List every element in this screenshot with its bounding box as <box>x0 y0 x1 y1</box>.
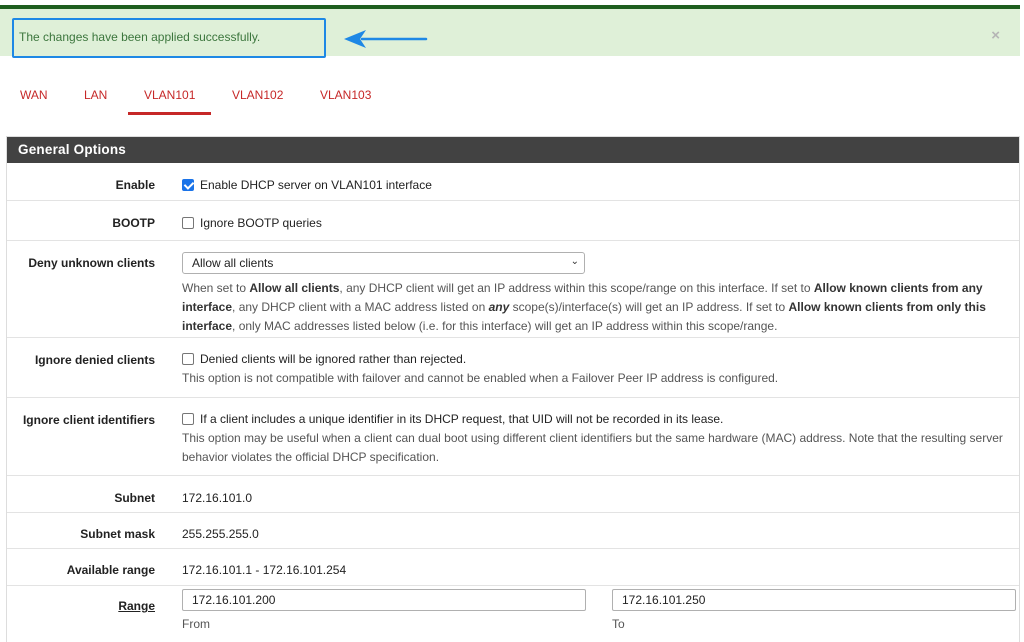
ignore-denied-clients-label: Ignore denied clients <box>34 353 155 367</box>
ignore-client-identifiers-row: Ignore client identifiers If a client in… <box>7 398 1019 476</box>
general-options-panel: General Options Enable Enable DHCP serve… <box>6 136 1020 642</box>
available-range-value: 172.16.101.1 - 172.16.101.254 <box>182 563 347 577</box>
enable-label: Enable <box>115 178 155 192</box>
success-alert: The changes have been applied successful… <box>0 5 1020 58</box>
range-from-input[interactable]: 172.16.101.200 <box>182 589 586 611</box>
ignore-denied-checkbox-label[interactable]: Denied clients will be ignored rather th… <box>200 352 466 366</box>
deny-unknown-help: When set to Allow all clients, any DHCP … <box>182 281 986 333</box>
enable-checkbox[interactable] <box>182 179 194 191</box>
bootp-checkbox[interactable] <box>182 217 194 229</box>
annotation-highlight-box <box>12 18 326 58</box>
annotation-arrow-icon <box>344 30 428 48</box>
subnet-value: 172.16.101.0 <box>182 491 253 505</box>
tab-wan[interactable]: WAN <box>20 88 48 116</box>
tab-vlan102[interactable]: VLAN102 <box>232 88 283 116</box>
panel-heading: General Options <box>7 137 1019 163</box>
deny-unknown-clients-label: Deny unknown clients <box>28 256 155 270</box>
subnet-row: Subnet 172.16.101.0 <box>7 476 1019 513</box>
enable-checkbox-label[interactable]: Enable DHCP server on VLAN101 interface <box>200 178 432 192</box>
ignore-client-ids-checkbox[interactable] <box>182 413 194 425</box>
subnet-label: Subnet <box>114 491 155 505</box>
interface-tabs: WAN LAN VLAN101 VLAN102 VLAN103 <box>0 80 1024 120</box>
ignore-denied-checkbox[interactable] <box>182 353 194 365</box>
range-row: Range 172.16.101.200 From 172.16.101.250… <box>7 586 1019 642</box>
bootp-checkbox-label[interactable]: Ignore BOOTP queries <box>200 216 322 230</box>
subnet-mask-row: Subnet mask 255.255.255.0 <box>7 513 1019 549</box>
range-from-label: From <box>182 617 210 631</box>
bootp-row: BOOTP Ignore BOOTP queries <box>7 201 1019 241</box>
tab-vlan103[interactable]: VLAN103 <box>320 88 371 116</box>
chevron-down-icon: ⌄ <box>570 256 579 267</box>
deny-unknown-clients-select[interactable]: Allow all clients ⌄ <box>182 252 585 274</box>
close-alert-button[interactable]: × <box>991 27 1000 44</box>
bootp-label: BOOTP <box>112 216 155 230</box>
tab-lan[interactable]: LAN <box>84 88 107 116</box>
deny-unknown-clients-row: Deny unknown clients Allow all clients ⌄… <box>7 241 1019 338</box>
range-to-label: To <box>612 617 625 631</box>
ignore-denied-help: This option is not compatible with failo… <box>182 371 779 385</box>
subnet-mask-value: 255.255.255.0 <box>182 527 259 541</box>
tab-vlan101[interactable]: VLAN101 <box>127 88 212 116</box>
select-value: Allow all clients <box>192 256 274 270</box>
subnet-mask-label: Subnet mask <box>80 527 155 541</box>
ignore-denied-clients-row: Ignore denied clients Denied clients wil… <box>7 338 1019 398</box>
range-to-input[interactable]: 172.16.101.250 <box>612 589 1016 611</box>
ignore-client-ids-checkbox-label[interactable]: If a client includes a unique identifier… <box>200 412 723 426</box>
ignore-client-ids-help: This option may be useful when a client … <box>182 431 1003 464</box>
enable-row: Enable Enable DHCP server on VLAN101 int… <box>7 163 1019 201</box>
available-range-row: Available range 172.16.101.1 - 172.16.10… <box>7 549 1019 586</box>
ignore-client-identifiers-label: Ignore client identifiers <box>22 413 155 427</box>
available-range-label: Available range <box>66 563 155 577</box>
range-label-link[interactable]: Range <box>118 599 155 613</box>
